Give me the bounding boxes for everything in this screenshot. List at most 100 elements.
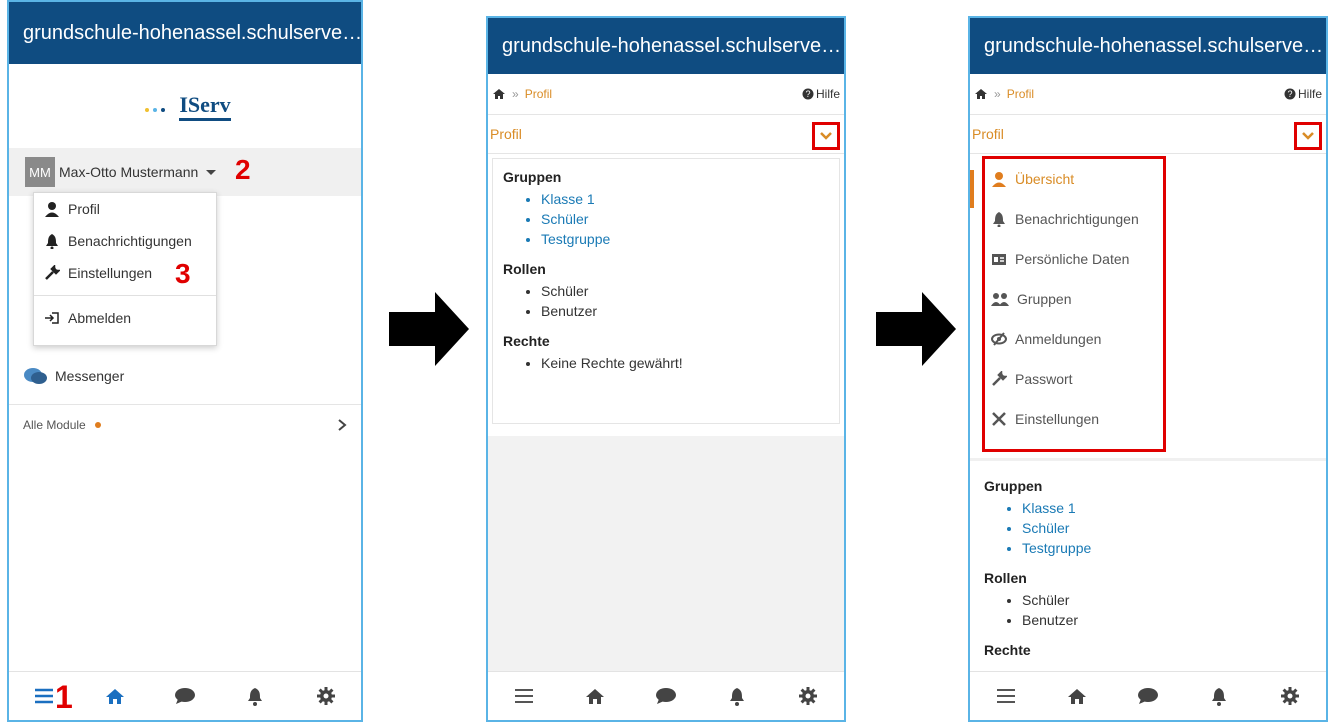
svg-text:?: ? <box>805 89 810 99</box>
group-link[interactable]: Klasse 1 <box>541 189 829 209</box>
profile-section-toggle[interactable]: Profil <box>970 115 1326 154</box>
menu-item-uebersicht[interactable]: Übersicht <box>985 159 1163 199</box>
dropdown-item-abmelden[interactable]: Abmelden <box>34 302 216 334</box>
phone-screen-profile-menu: grundschule-hohenassel.schulserve… » Pro… <box>968 16 1328 722</box>
gear-icon[interactable] <box>1276 682 1304 710</box>
iserv-logo[interactable]: IServ <box>9 64 361 148</box>
expand-menu-button[interactable] <box>1294 122 1322 150</box>
help-label: Hilfe <box>815 87 840 101</box>
group-link[interactable]: Testgruppe <box>541 229 829 249</box>
question-icon: ? <box>802 88 814 100</box>
group-link[interactable]: Schüler <box>1022 518 1312 538</box>
help-label: Hilfe <box>1297 87 1322 101</box>
breadcrumb-profil[interactable]: Profil <box>525 87 552 101</box>
group-link[interactable]: Schüler <box>541 209 829 229</box>
bell-icon <box>993 212 1005 227</box>
group-link[interactable]: Klasse 1 <box>1022 498 1312 518</box>
active-indicator <box>970 170 974 208</box>
menu-label: Einstellungen <box>1015 411 1100 427</box>
site-title: grundschule-hohenassel.schulserve… <box>984 34 1324 57</box>
bell-icon[interactable] <box>1205 682 1233 710</box>
rights-heading: Rechte <box>984 642 1031 658</box>
user-menu-toggle[interactable]: MM Max-Otto Mustermann <box>9 148 361 196</box>
chat-icon[interactable] <box>1134 682 1162 710</box>
menu-label: Benachrichtigungen <box>1015 211 1139 227</box>
expand-menu-button[interactable] <box>812 122 840 150</box>
logo-dots-icon <box>145 108 166 112</box>
bottom-nav <box>488 671 844 720</box>
gear-icon[interactable] <box>794 682 822 710</box>
home-icon[interactable] <box>974 88 988 100</box>
wrench-icon <box>992 371 1007 386</box>
role-item: Benutzer <box>541 301 829 321</box>
groups-heading: Gruppen <box>503 169 562 185</box>
menu-item-passwort[interactable]: Passwort <box>985 359 1163 399</box>
title-bar: grundschule-hohenassel.schulserve… <box>488 18 844 74</box>
profile-section-toggle[interactable]: Profil <box>488 115 844 154</box>
menu-icon[interactable] <box>510 682 538 710</box>
menu-icon[interactable] <box>30 682 58 710</box>
profile-label: Profil <box>972 126 1004 142</box>
help-link[interactable]: ? Hilfe <box>1284 87 1322 101</box>
home-icon[interactable] <box>1063 682 1091 710</box>
home-icon[interactable] <box>581 682 609 710</box>
role-item: Schüler <box>541 281 829 301</box>
title-bar: grundschule-hohenassel.schulserve… <box>970 18 1326 74</box>
user-icon <box>45 202 59 217</box>
background-fill <box>488 436 844 672</box>
dropdown-item-benachrichtigungen[interactable]: Benachrichtigungen <box>34 225 216 257</box>
eye-slash-icon <box>991 332 1007 346</box>
group-link[interactable]: Testgruppe <box>1022 538 1312 558</box>
profile-content: Gruppen Klasse 1SchülerTestgruppe Rollen… <box>492 158 840 424</box>
rights-heading: Rechte <box>503 333 550 349</box>
roles-heading: Rollen <box>503 261 546 277</box>
menu-item-anmeldungen[interactable]: Anmeldungen <box>985 319 1163 359</box>
chevron-down-icon <box>1302 132 1314 140</box>
step-number-1: 1 <box>55 679 73 715</box>
arrow-right-icon <box>389 292 469 366</box>
id-card-icon <box>992 254 1006 265</box>
bell-icon[interactable] <box>723 682 751 710</box>
divider <box>9 404 361 405</box>
divider <box>970 458 1326 461</box>
help-link[interactable]: ? Hilfe <box>802 87 840 101</box>
dropdown-item-profil[interactable]: Profil <box>34 193 216 225</box>
chevron-down-icon <box>820 132 832 140</box>
logout-icon <box>45 312 59 324</box>
breadcrumb-separator: » <box>512 87 519 101</box>
menu-item-einstellungen[interactable]: Einstellungen <box>985 399 1163 439</box>
tools-icon <box>992 412 1006 426</box>
menu-icon[interactable] <box>992 682 1020 710</box>
wrench-icon <box>45 265 60 280</box>
bell-icon[interactable] <box>241 682 269 710</box>
gear-icon[interactable] <box>312 682 340 710</box>
svg-text:?: ? <box>1287 89 1292 99</box>
question-icon: ? <box>1284 88 1296 100</box>
groups-heading: Gruppen <box>984 478 1043 494</box>
menu-item-benachrichtigungen[interactable]: Benachrichtigungen <box>985 199 1163 239</box>
bell-icon <box>46 234 58 249</box>
profile-menu: Übersicht Benachrichtigungen Persönliche… <box>982 156 1166 452</box>
rights-item: Keine Rechte gewährt! <box>541 353 829 373</box>
role-item: Schüler <box>1022 590 1312 610</box>
sidebar-item-messenger[interactable]: Messenger <box>23 366 124 386</box>
bottom-nav <box>970 671 1326 720</box>
home-icon[interactable] <box>101 682 129 710</box>
chat-icon[interactable] <box>171 682 199 710</box>
dropdown-divider <box>34 295 216 296</box>
chevron-right-icon <box>338 419 347 431</box>
breadcrumb-profil[interactable]: Profil <box>1007 87 1034 101</box>
all-modules-link[interactable]: Alle Module <box>23 418 347 432</box>
sidebar-label: Messenger <box>55 368 125 384</box>
caret-down-icon <box>206 170 217 175</box>
dropdown-label: Abmelden <box>68 310 132 326</box>
menu-item-persoenliche-daten[interactable]: Persönliche Daten <box>985 239 1163 279</box>
home-icon[interactable] <box>492 88 506 100</box>
menu-item-gruppen[interactable]: Gruppen <box>985 279 1163 319</box>
dropdown-label: Profil <box>68 201 100 217</box>
users-icon <box>991 293 1009 306</box>
menu-label: Übersicht <box>1015 171 1075 187</box>
user-name: Max-Otto Mustermann <box>59 164 199 180</box>
avatar: MM <box>25 157 55 187</box>
chat-icon[interactable] <box>652 682 680 710</box>
